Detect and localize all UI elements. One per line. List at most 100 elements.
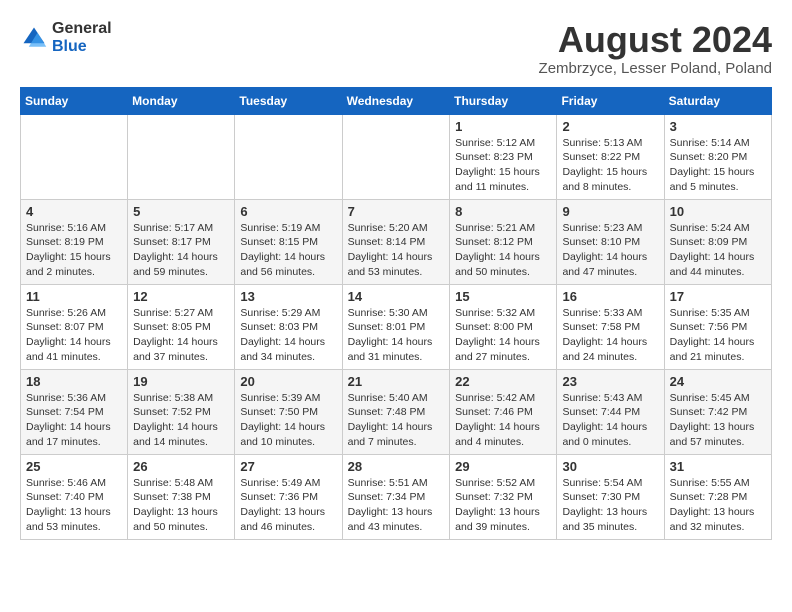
day-info: Sunrise: 5:49 AM Sunset: 7:36 PM Dayligh… [240, 476, 336, 535]
day-number: 29 [455, 459, 551, 474]
calendar-cell: 24Sunrise: 5:45 AM Sunset: 7:42 PM Dayli… [664, 369, 771, 454]
day-number: 15 [455, 289, 551, 304]
calendar-cell: 8Sunrise: 5:21 AM Sunset: 8:12 PM Daylig… [450, 199, 557, 284]
header-wednesday: Wednesday [342, 87, 450, 114]
calendar-cell: 17Sunrise: 5:35 AM Sunset: 7:56 PM Dayli… [664, 284, 771, 369]
day-info: Sunrise: 5:48 AM Sunset: 7:38 PM Dayligh… [133, 476, 229, 535]
header-monday: Monday [128, 87, 235, 114]
day-number: 23 [562, 374, 658, 389]
logo-blue: Blue [52, 38, 112, 56]
day-number: 30 [562, 459, 658, 474]
calendar-cell: 16 Sunrise: 5:33 AM Sunset: 7:58 PM Dayli… [557, 284, 664, 369]
calendar-cell: 18Sunrise: 5:36 AM Sunset: 7:54 PM Dayli… [21, 369, 128, 454]
calendar-cell: 1 Sunrise: 5:12 AM Sunset: 8:23 PM Daylig… [450, 114, 557, 199]
day-info: Sunrise: 5:24 AM Sunset: 8:09 PM Dayligh… [670, 221, 766, 280]
day-info: Sunrise: 5:33 AM Sunset: 7:58 PM Dayligh… [562, 306, 658, 365]
calendar-week-1: 4Sunrise: 5:16 AM Sunset: 8:19 PM Daylig… [21, 199, 772, 284]
calendar-cell: 9Sunrise: 5:23 AM Sunset: 8:10 PM Daylig… [557, 199, 664, 284]
day-info: Sunrise: 5:26 AM Sunset: 8:07 PM Dayligh… [26, 306, 122, 365]
day-info: Sunrise: 5:40 AM Sunset: 7:48 PM Dayligh… [348, 391, 445, 450]
day-info: Sunrise: 5:20 AM Sunset: 8:14 PM Dayligh… [348, 221, 445, 280]
header-thursday: Thursday [450, 87, 557, 114]
day-info: Sunrise: 5:32 AM Sunset: 8:00 PM Dayligh… [455, 306, 551, 365]
day-number: 7 [348, 204, 445, 219]
calendar-cell: 29 Sunrise: 5:52 AM Sunset: 7:32 PM Dayli… [450, 454, 557, 539]
header-tuesday: Tuesday [235, 87, 342, 114]
day-number: 2 [562, 119, 658, 134]
day-info: Sunrise: 5:42 AM Sunset: 7:46 PM Dayligh… [455, 391, 551, 450]
calendar-cell [342, 114, 450, 199]
day-info: Sunrise: 5:29 AM Sunset: 8:03 PM Dayligh… [240, 306, 336, 365]
header-sunday: Sunday [21, 87, 128, 114]
day-info: Sunrise: 5:23 AM Sunset: 8:10 PM Dayligh… [562, 221, 658, 280]
day-number: 10 [670, 204, 766, 219]
day-number: 31 [670, 459, 766, 474]
header-friday: Friday [557, 87, 664, 114]
day-info: Sunrise: 5:17 AM Sunset: 8:17 PM Dayligh… [133, 221, 229, 280]
calendar-cell: 21 Sunrise: 5:40 AM Sunset: 7:48 PM Dayli… [342, 369, 450, 454]
day-number: 17 [670, 289, 766, 304]
calendar-cell: 11 Sunrise: 5:26 AM Sunset: 8:07 PM Dayli… [21, 284, 128, 369]
day-number: 14 [348, 289, 445, 304]
day-number: 22 [455, 374, 551, 389]
day-number: 8 [455, 204, 551, 219]
day-number: 24 [670, 374, 766, 389]
header-saturday: Saturday [664, 87, 771, 114]
calendar-cell: 26Sunrise: 5:48 AM Sunset: 7:38 PM Dayli… [128, 454, 235, 539]
calendar-table: Sunday Monday Tuesday Wednesday Thursday… [20, 87, 772, 540]
calendar-cell: 28Sunrise: 5:51 AM Sunset: 7:34 PM Dayli… [342, 454, 450, 539]
logo-text: General Blue [52, 20, 112, 55]
day-number: 5 [133, 204, 229, 219]
day-info: Sunrise: 5:27 AM Sunset: 8:05 PM Dayligh… [133, 306, 229, 365]
calendar-cell: 7 Sunrise: 5:20 AM Sunset: 8:14 PM Daylig… [342, 199, 450, 284]
title-section: August 2024 Zembrzyce, Lesser Poland, Po… [539, 20, 772, 77]
calendar-week-0: 1 Sunrise: 5:12 AM Sunset: 8:23 PM Daylig… [21, 114, 772, 199]
day-number: 20 [240, 374, 336, 389]
day-number: 21 [348, 374, 445, 389]
day-info: Sunrise: 5:55 AM Sunset: 7:28 PM Dayligh… [670, 476, 766, 535]
day-info: Sunrise: 5:43 AM Sunset: 7:44 PM Dayligh… [562, 391, 658, 450]
calendar-cell: 14 Sunrise: 5:30 AM Sunset: 8:01 PM Dayli… [342, 284, 450, 369]
logo-icon [20, 24, 48, 52]
calendar-cell: 20 Sunrise: 5:39 AM Sunset: 7:50 PM Dayli… [235, 369, 342, 454]
calendar-cell: 31 Sunrise: 5:55 AM Sunset: 7:28 PM Dayli… [664, 454, 771, 539]
day-info: Sunrise: 5:14 AM Sunset: 8:20 PM Dayligh… [670, 136, 766, 195]
calendar-week-4: 25Sunrise: 5:46 AM Sunset: 7:40 PM Dayli… [21, 454, 772, 539]
calendar-body: 1 Sunrise: 5:12 AM Sunset: 8:23 PM Daylig… [21, 114, 772, 539]
calendar-cell: 22 Sunrise: 5:42 AM Sunset: 7:46 PM Dayli… [450, 369, 557, 454]
calendar-cell [235, 114, 342, 199]
calendar-cell [128, 114, 235, 199]
day-info: Sunrise: 5:39 AM Sunset: 7:50 PM Dayligh… [240, 391, 336, 450]
day-info: Sunrise: 5:30 AM Sunset: 8:01 PM Dayligh… [348, 306, 445, 365]
day-info: Sunrise: 5:19 AM Sunset: 8:15 PM Dayligh… [240, 221, 336, 280]
calendar-cell: 2 Sunrise: 5:13 AM Sunset: 8:22 PM Daylig… [557, 114, 664, 199]
location-subtitle: Zembrzyce, Lesser Poland, Poland [539, 60, 772, 77]
calendar-cell: 30Sunrise: 5:54 AM Sunset: 7:30 PM Dayli… [557, 454, 664, 539]
day-number: 28 [348, 459, 445, 474]
day-info: Sunrise: 5:16 AM Sunset: 8:19 PM Dayligh… [26, 221, 122, 280]
day-info: Sunrise: 5:36 AM Sunset: 7:54 PM Dayligh… [26, 391, 122, 450]
calendar-cell: 6 Sunrise: 5:19 AM Sunset: 8:15 PM Daylig… [235, 199, 342, 284]
calendar-header: Sunday Monday Tuesday Wednesday Thursday… [21, 87, 772, 114]
day-number: 6 [240, 204, 336, 219]
calendar-cell: 23 Sunrise: 5:43 AM Sunset: 7:44 PM Dayli… [557, 369, 664, 454]
day-info: Sunrise: 5:13 AM Sunset: 8:22 PM Dayligh… [562, 136, 658, 195]
page-header: General Blue August 2024 Zembrzyce, Less… [20, 20, 772, 77]
day-number: 16 [562, 289, 658, 304]
weekday-row: Sunday Monday Tuesday Wednesday Thursday… [21, 87, 772, 114]
calendar-cell: 27Sunrise: 5:49 AM Sunset: 7:36 PM Dayli… [235, 454, 342, 539]
calendar-cell: 12Sunrise: 5:27 AM Sunset: 8:05 PM Dayli… [128, 284, 235, 369]
calendar-cell: 10 Sunrise: 5:24 AM Sunset: 8:09 PM Dayli… [664, 199, 771, 284]
calendar-cell: 4Sunrise: 5:16 AM Sunset: 8:19 PM Daylig… [21, 199, 128, 284]
day-number: 25 [26, 459, 122, 474]
day-info: Sunrise: 5:52 AM Sunset: 7:32 PM Dayligh… [455, 476, 551, 535]
day-number: 11 [26, 289, 122, 304]
calendar-cell: 13Sunrise: 5:29 AM Sunset: 8:03 PM Dayli… [235, 284, 342, 369]
day-number: 1 [455, 119, 551, 134]
day-info: Sunrise: 5:12 AM Sunset: 8:23 PM Dayligh… [455, 136, 551, 195]
calendar-week-3: 18Sunrise: 5:36 AM Sunset: 7:54 PM Dayli… [21, 369, 772, 454]
calendar-cell: 19Sunrise: 5:38 AM Sunset: 7:52 PM Dayli… [128, 369, 235, 454]
calendar-cell [21, 114, 128, 199]
day-number: 3 [670, 119, 766, 134]
calendar-cell: 15 Sunrise: 5:32 AM Sunset: 8:00 PM Dayli… [450, 284, 557, 369]
